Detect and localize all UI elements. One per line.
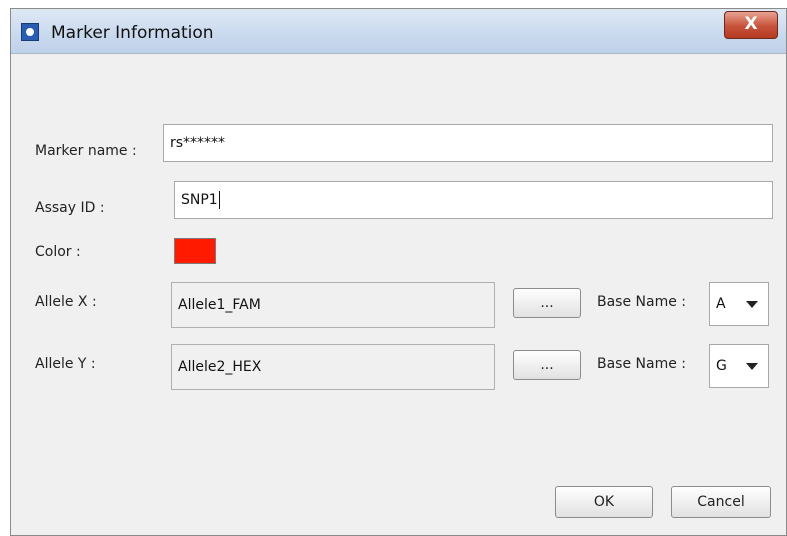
ok-button[interactable]: OK xyxy=(555,486,653,518)
allele-y-base-name-select[interactable]: G xyxy=(709,344,769,388)
color-label: Color : xyxy=(35,244,81,260)
allele-y-value: Allele2_HEX xyxy=(178,359,262,375)
allele-x-field: Allele1_FAM xyxy=(171,282,495,328)
close-button[interactable]: X xyxy=(724,11,778,39)
allele-x-value: Allele1_FAM xyxy=(178,297,261,313)
allele-y-field: Allele2_HEX xyxy=(171,344,495,390)
allele-x-browse-button[interactable]: ... xyxy=(513,288,581,318)
window-title: Marker Information xyxy=(51,23,214,43)
title-bar: Marker Information X xyxy=(11,9,786,54)
chevron-down-icon xyxy=(746,301,758,308)
chevron-down-icon xyxy=(746,363,758,370)
allele-x-base-name-select[interactable]: A xyxy=(709,282,769,326)
app-icon xyxy=(21,23,39,41)
cancel-button[interactable]: Cancel xyxy=(671,486,771,518)
assay-id-input[interactable]: SNP1 xyxy=(174,181,773,219)
close-icon: X xyxy=(744,14,758,34)
allele-y-browse-button[interactable]: ... xyxy=(513,350,581,380)
marker-information-dialog: Marker Information X Marker name : rs***… xyxy=(10,8,787,536)
marker-name-label: Marker name : xyxy=(35,143,137,159)
assay-id-label: Assay ID : xyxy=(35,200,105,216)
dialog-content: Marker name : rs****** Assay ID : SNP1 C… xyxy=(11,54,786,535)
assay-id-value: SNP1 xyxy=(181,192,218,208)
marker-name-value: rs****** xyxy=(170,135,226,151)
allele-y-label: Allele Y : xyxy=(35,356,96,372)
marker-name-input[interactable]: rs****** xyxy=(163,124,773,162)
color-swatch-button[interactable] xyxy=(174,238,216,264)
allele-y-base-name-label: Base Name : xyxy=(597,356,687,372)
allele-x-label: Allele X : xyxy=(35,294,97,310)
allele-y-base-name-value: G xyxy=(716,358,727,374)
allele-x-base-name-value: A xyxy=(716,296,726,312)
text-caret xyxy=(218,191,220,209)
allele-x-base-name-label: Base Name : xyxy=(597,294,687,310)
